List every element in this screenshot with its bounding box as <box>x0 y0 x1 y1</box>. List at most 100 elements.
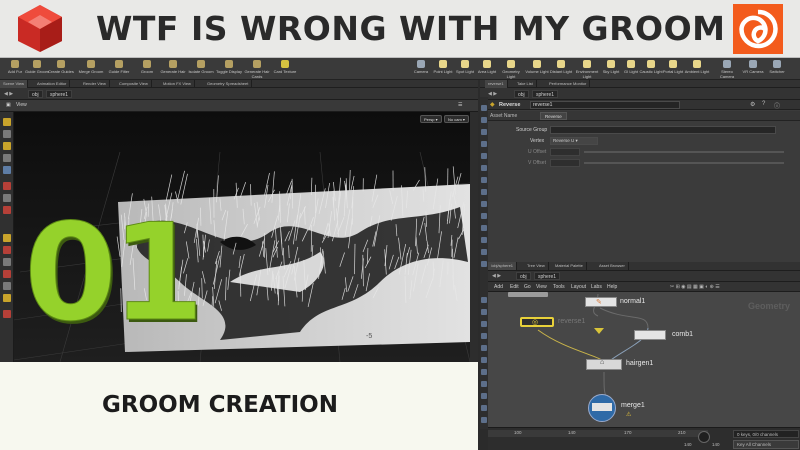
side-button-icon[interactable] <box>481 333 487 339</box>
tab-tree-view[interactable]: Tree View <box>524 262 549 270</box>
tab-scene-view[interactable]: Scene View <box>0 80 29 88</box>
path-context[interactable]: obj <box>516 272 531 280</box>
side-button-icon[interactable] <box>481 225 487 231</box>
key-all-button[interactable]: Key All Channels <box>733 440 799 449</box>
node-reverse1[interactable]: ◎ <box>520 317 554 327</box>
frame-start[interactable]: 140 <box>684 442 692 447</box>
node-comb1[interactable] <box>634 330 666 340</box>
shelf-tool[interactable]: Stereo Camera <box>714 58 740 80</box>
select-tool-icon[interactable] <box>3 118 11 126</box>
side-button-icon[interactable] <box>481 117 487 123</box>
persp-menu[interactable]: Persp ▾ <box>420 115 442 123</box>
record-tool-icon[interactable] <box>3 270 11 278</box>
menu-add[interactable]: Add <box>494 284 503 290</box>
node-merge1[interactable] <box>588 394 616 422</box>
menu-edit[interactable]: Edit <box>510 284 519 290</box>
tab-render-view[interactable]: Render View <box>80 80 110 88</box>
back-arrow-icon[interactable]: ◀ ▶ <box>492 273 501 279</box>
shelf-tool[interactable]: Geometry Light <box>498 58 524 80</box>
info-icon[interactable]: ⓘ <box>774 101 780 110</box>
v-offset-field[interactable] <box>550 159 580 167</box>
brush-tool-icon[interactable] <box>3 206 11 214</box>
side-button-icon[interactable] <box>481 345 487 351</box>
camera-tool-icon[interactable] <box>3 310 11 318</box>
node-name-field[interactable]: reverse1 <box>530 101 680 109</box>
path-context[interactable]: obj <box>514 90 529 98</box>
shelf-tool[interactable]: Isolate Groom <box>188 58 214 80</box>
shelf-tool[interactable]: Ambient Light <box>684 58 710 80</box>
side-button-icon[interactable] <box>481 369 487 375</box>
viewport-options-icon[interactable]: ☰ <box>458 102 462 108</box>
shelf-tool[interactable]: Volume Light <box>524 58 550 80</box>
tab-animation-editor[interactable]: Animation Editor <box>34 80 71 88</box>
snap-tool-icon[interactable] <box>3 234 11 242</box>
menu-go[interactable]: Go <box>524 284 531 290</box>
shelf-tool[interactable]: VR Camera <box>740 58 766 80</box>
path-node[interactable]: sphere1 <box>532 90 559 98</box>
shelf-tool[interactable]: Distant Light <box>548 58 574 80</box>
shelf-tool[interactable]: Area Light <box>474 58 500 80</box>
gear-icon[interactable]: ⚙ <box>750 101 755 108</box>
shelf-tool[interactable]: Switcher <box>764 58 790 80</box>
shelf-tool[interactable]: Portal Light <box>660 58 686 80</box>
side-button-icon[interactable] <box>481 165 487 171</box>
shelf-tool[interactable]: Toggle Display <box>216 58 242 80</box>
handle-tool-icon[interactable] <box>3 166 11 174</box>
side-button-icon[interactable] <box>481 417 487 423</box>
menu-help[interactable]: Help <box>607 284 617 290</box>
move-tool-icon[interactable] <box>3 130 11 138</box>
asset-name-value[interactable]: Reverse <box>540 112 567 120</box>
side-button-icon[interactable] <box>481 393 487 399</box>
shelf-tool[interactable]: Guide Filter <box>106 58 132 80</box>
menu-tools[interactable]: Tools <box>553 284 565 290</box>
timeline[interactable]: 100 140 170 210 0 keys, 0/0 channels 140… <box>488 427 800 450</box>
source-group-field[interactable] <box>550 126 776 134</box>
menu-labs[interactable]: Labs <box>591 284 602 290</box>
side-button-icon[interactable] <box>481 405 487 411</box>
rotate-tool-icon[interactable] <box>3 142 11 150</box>
node-hairgen1[interactable]: ⌂ <box>586 359 622 370</box>
magnet-tool-icon[interactable] <box>3 246 11 254</box>
menu-view[interactable]: View <box>536 284 547 290</box>
side-button-icon[interactable] <box>481 297 487 303</box>
scale-tool-icon[interactable] <box>3 154 11 162</box>
shelf-tool[interactable]: Generate Hair <box>160 58 186 80</box>
side-button-icon[interactable] <box>481 309 487 315</box>
tab-take-list[interactable]: Take List <box>514 80 537 88</box>
side-button-icon[interactable] <box>481 201 487 207</box>
shelf-tool[interactable]: Groom <box>134 58 160 80</box>
side-button-icon[interactable] <box>481 213 487 219</box>
side-button-icon[interactable] <box>481 105 487 111</box>
camera-menu[interactable]: No cam ▾ <box>444 115 469 123</box>
u-offset-slider[interactable] <box>584 151 784 153</box>
v-offset-slider[interactable] <box>584 162 784 164</box>
tab-motion-fx-view[interactable]: Motion FX View <box>160 80 195 88</box>
view-tool-icon[interactable] <box>3 194 11 202</box>
tab-geometry-spreadsheet[interactable]: Geometry Spreadsheet <box>204 80 253 88</box>
path-node[interactable]: sphere1 <box>46 90 73 98</box>
menu-layout[interactable]: Layout <box>571 284 586 290</box>
shelf-tool[interactable]: Generate Hair Cards <box>244 58 270 80</box>
node-partial[interactable] <box>508 292 548 297</box>
tab-parameters[interactable]: reverse1 <box>485 80 508 88</box>
tab-material-palette[interactable]: Material Palette <box>552 262 587 270</box>
side-button-icon[interactable] <box>481 261 487 267</box>
network-editor[interactable]: Geometry ✎ normal1 ◎ reverse1 comb1 ⌂ ha… <box>488 292 800 427</box>
side-button-icon[interactable] <box>481 153 487 159</box>
shelf-tool[interactable]: Merge Groom <box>78 58 104 80</box>
frame-end[interactable]: 140 <box>712 442 720 447</box>
light-tool-icon[interactable] <box>3 294 11 302</box>
side-button-icon[interactable] <box>481 177 487 183</box>
help-icon[interactable]: ? <box>762 101 765 107</box>
side-button-icon[interactable] <box>481 381 487 387</box>
side-button-icon[interactable] <box>481 357 487 363</box>
tab-composite-view[interactable]: Composite View <box>116 80 152 88</box>
side-button-icon[interactable] <box>481 249 487 255</box>
side-button-icon[interactable] <box>481 189 487 195</box>
back-arrow-icon[interactable]: ◀ ▶ <box>488 91 497 97</box>
node-normal1[interactable]: ✎ <box>585 297 617 307</box>
grid-tool-icon[interactable] <box>3 258 11 266</box>
vertex-dropdown[interactable]: Reverse U ▾ <box>550 137 598 145</box>
lock-tool-icon[interactable] <box>3 282 11 290</box>
path-node[interactable]: sphere1 <box>534 272 561 280</box>
